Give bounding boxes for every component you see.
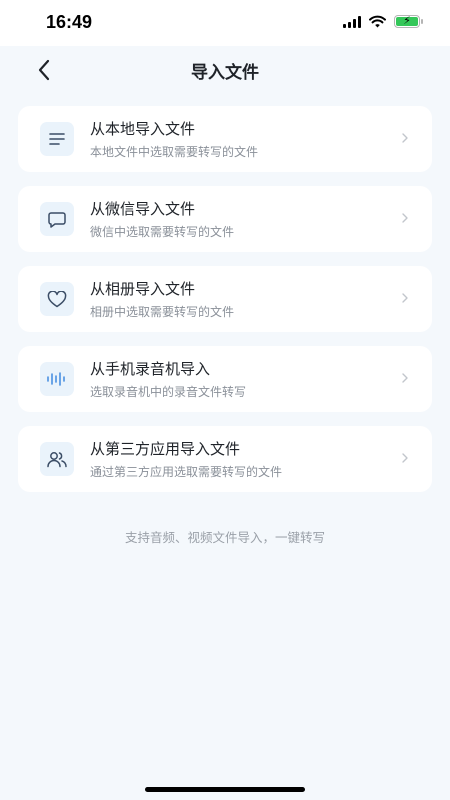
item-subtitle: 微信中选取需要转写的文件 (90, 224, 235, 239)
import-options-list: 从本地导入文件 本地文件中选取需要转写的文件 从微信导入文件 微信中选取需要转写… (18, 106, 432, 506)
item-subtitle: 选取录音机中的录音文件转写 (90, 384, 247, 399)
status-time: 16:49 (46, 12, 93, 32)
chevron-right-icon (402, 293, 408, 303)
waveform-icon (40, 362, 74, 396)
wifi-icon (369, 15, 386, 28)
item-title: 从本地导入文件 (90, 119, 196, 138)
import-recorder-item[interactable]: 从手机录音机导入 选取录音机中的录音文件转写 (18, 346, 432, 412)
item-title: 从微信导入文件 (90, 199, 196, 218)
list-icon (40, 122, 74, 156)
battery-icon: ⚡ (394, 14, 423, 28)
status-bar: 16:49 ⚡ (0, 0, 450, 46)
import-wechat-item[interactable]: 从微信导入文件 微信中选取需要转写的文件 (18, 186, 432, 252)
nav-bar: 导入文件 (0, 46, 450, 94)
chevron-right-icon (402, 453, 408, 463)
chat-bubble-icon (40, 202, 74, 236)
import-album-item[interactable]: 从相册导入文件 相册中选取需要转写的文件 (18, 266, 432, 332)
footer-hint: 支持音频、视频文件导入，一键转写 (124, 530, 325, 545)
item-subtitle: 本地文件中选取需要转写的文件 (90, 144, 259, 159)
heart-icon (40, 282, 74, 316)
chevron-right-icon (402, 133, 408, 143)
item-subtitle: 通过第三方应用选取需要转写的文件 (90, 464, 283, 479)
import-third-party-item[interactable]: 从第三方应用导入文件 通过第三方应用选取需要转写的文件 (18, 426, 432, 492)
users-icon (40, 442, 74, 476)
home-indicator[interactable] (145, 787, 305, 792)
status-icons: ⚡ (343, 14, 423, 28)
item-title: 从第三方应用导入文件 (90, 439, 241, 458)
chevron-right-icon (402, 373, 408, 383)
item-title: 从手机录音机导入 (90, 359, 211, 378)
item-subtitle: 相册中选取需要转写的文件 (90, 304, 235, 319)
item-title: 从相册导入文件 (90, 279, 196, 298)
chevron-right-icon (402, 213, 408, 223)
import-local-item[interactable]: 从本地导入文件 本地文件中选取需要转写的文件 (18, 106, 432, 172)
page-title: 导入文件 (191, 63, 259, 83)
cellular-signal-icon (343, 15, 361, 28)
